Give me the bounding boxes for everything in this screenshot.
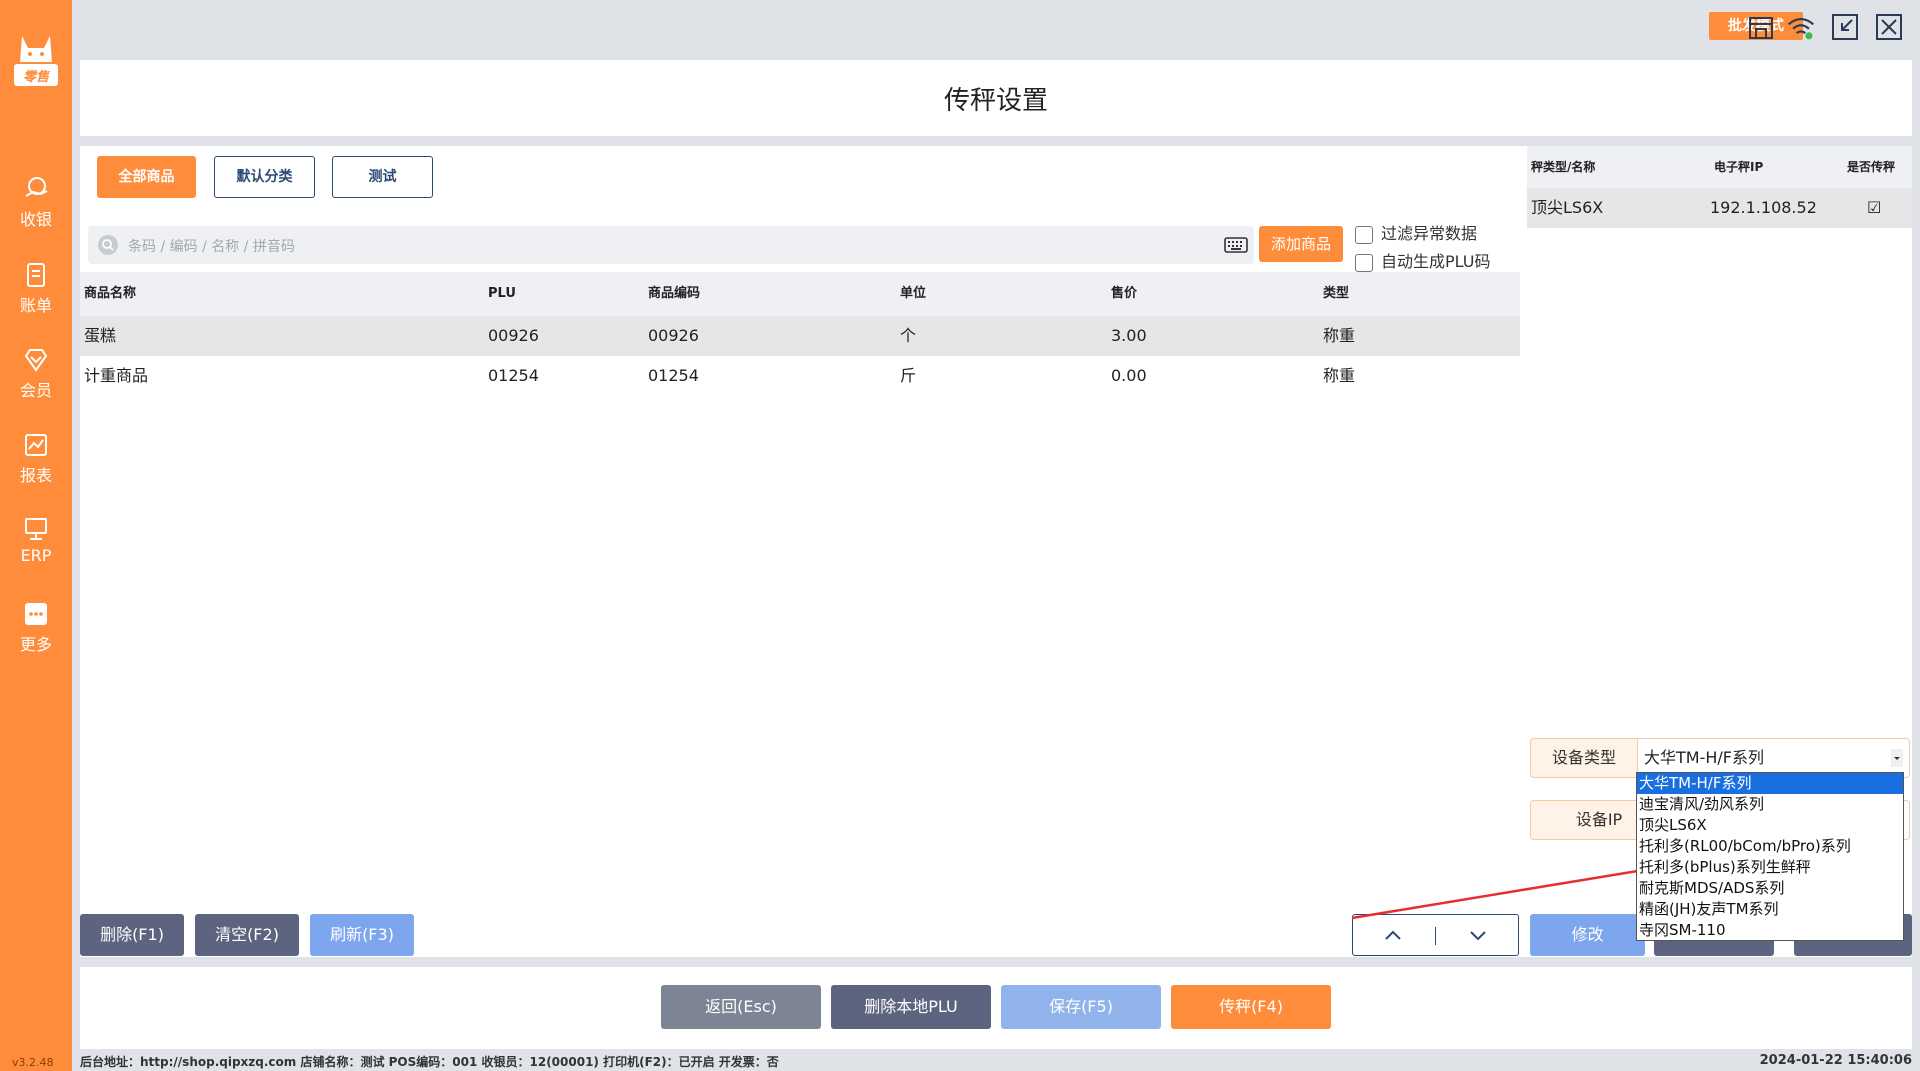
scale-transfer-checkbox[interactable]: ☑ xyxy=(1867,188,1881,228)
cell-code: 00926 xyxy=(648,326,699,345)
nav-item-report[interactable]: 报表 xyxy=(0,432,72,496)
dropdown-option[interactable]: 大华TM-H/F系列 xyxy=(1637,773,1903,794)
page-title: 传秤设置 xyxy=(943,86,1048,116)
search-placeholder: 条码 / 编码 / 名称 / 拼音码 xyxy=(128,239,295,255)
nav-label: 更多 xyxy=(19,635,52,654)
save-button[interactable]: 保存(F5) xyxy=(1001,985,1161,1029)
store-icon[interactable] xyxy=(1746,12,1776,42)
dropdown-option[interactable]: 托利多(RL00/bCom/bPro)系列 xyxy=(1637,836,1903,857)
scale-table-header: 秤类型/名称 电子秤IP 是否传秤 xyxy=(1527,146,1912,188)
pager-divider xyxy=(1435,927,1436,945)
search-input[interactable]: 条码 / 编码 / 名称 / 拼音码 xyxy=(88,226,1254,264)
refresh-button[interactable]: 刷新(F3) xyxy=(310,914,414,956)
version-label: v3.2.48 xyxy=(12,1056,54,1069)
delete-local-plu-button[interactable]: 删除本地PLU xyxy=(831,985,991,1029)
col-header-scale-transfer: 是否传秤 xyxy=(1847,160,1896,174)
member-icon xyxy=(24,349,48,372)
nav-label: 报表 xyxy=(19,466,52,485)
title-panel: 传秤设置 xyxy=(80,60,1912,136)
col-header-plu: PLU xyxy=(488,286,516,301)
cashier-icon xyxy=(25,177,48,197)
top-bar: 批发模式 xyxy=(72,0,1920,54)
nav-label: 账单 xyxy=(19,296,52,315)
shrink-window-icon[interactable] xyxy=(1830,12,1860,42)
search-icon xyxy=(98,235,118,255)
app-logo: 零售 xyxy=(14,28,58,98)
auto-plu-checkbox[interactable]: 自动生成PLU码 xyxy=(1355,248,1490,272)
status-bar: 后台地址：http://shop.qipxzq.com 店铺名称：测试 POS编… xyxy=(80,1053,1912,1071)
cell-type: 称重 xyxy=(1323,326,1356,345)
nav-item-cashier[interactable]: 收银 xyxy=(0,176,72,240)
add-product-button[interactable]: 添加商品 xyxy=(1259,226,1343,262)
chevron-down-icon[interactable] xyxy=(1468,927,1488,943)
cell-name: 计重商品 xyxy=(84,366,149,385)
checkbox-box[interactable] xyxy=(1355,253,1373,272)
cell-price: 3.00 xyxy=(1111,326,1147,345)
nav-item-member[interactable]: 会员 xyxy=(0,347,72,411)
scale-name: 顶尖LS6X xyxy=(1531,198,1604,217)
col-header-price: 售价 xyxy=(1111,286,1138,301)
col-header-unit: 单位 xyxy=(900,286,927,301)
cell-unit: 个 xyxy=(900,326,917,345)
wifi-icon xyxy=(1787,18,1815,40)
cell-type: 称重 xyxy=(1323,366,1356,385)
filter-abnormal-label: 过滤异常数据 xyxy=(1381,224,1478,243)
logo-text: 零售 xyxy=(22,70,49,85)
chevron-up-icon[interactable] xyxy=(1383,927,1403,943)
cell-plu: 01254 xyxy=(488,366,539,385)
close-icon[interactable] xyxy=(1874,12,1904,42)
chevron-down-icon[interactable] xyxy=(1891,749,1903,767)
nav-item-more[interactable]: 更多 xyxy=(0,601,72,665)
cell-code: 01254 xyxy=(648,366,699,385)
bill-icon xyxy=(27,263,45,287)
filter-abnormal-checkbox[interactable]: 过滤异常数据 xyxy=(1355,220,1477,244)
cell-name: 蛋糕 xyxy=(84,326,117,345)
col-header-name: 商品名称 xyxy=(84,286,137,301)
report-icon xyxy=(25,434,47,456)
cell-price: 0.00 xyxy=(1111,366,1147,385)
status-datetime: 2024-01-22 15:40:06 xyxy=(1759,1053,1912,1068)
back-button[interactable]: 返回(Esc) xyxy=(661,985,821,1029)
device-type-label: 设备类型 xyxy=(1531,739,1637,777)
transfer-scale-button[interactable]: 传秤(F4) xyxy=(1171,985,1331,1029)
sidebar: 零售 收银 账单 会员 报表 ERP 更多 v3.2.48 xyxy=(0,0,72,1071)
category-default-button[interactable]: 默认分类 xyxy=(214,156,315,198)
cell-unit: 斤 xyxy=(900,366,917,385)
col-header-code: 商品编码 xyxy=(648,286,701,301)
footer-panel: 返回(Esc) 删除本地PLU 保存(F5) 传秤(F4) xyxy=(80,967,1912,1049)
category-all-button[interactable]: 全部商品 xyxy=(97,156,196,198)
cell-plu: 00926 xyxy=(488,326,539,345)
clear-button[interactable]: 清空(F2) xyxy=(195,914,299,956)
erp-icon xyxy=(25,518,47,540)
table-row[interactable]: 计重商品 01254 01254 斤 0.00 称重 xyxy=(80,356,1520,396)
dropdown-option[interactable]: 寺冈SM-110 xyxy=(1637,920,1903,941)
table-row[interactable]: 蛋糕 00926 00926 个 3.00 称重 xyxy=(80,316,1520,356)
delete-button[interactable]: 删除(F1) xyxy=(80,914,184,956)
nav-item-erp[interactable]: ERP xyxy=(0,516,72,580)
dropdown-option[interactable]: 托利多(bPlus)系列生鲜秤 xyxy=(1637,857,1903,878)
nav-label: 收银 xyxy=(19,210,52,229)
nav-label: ERP xyxy=(20,546,52,565)
col-header-type: 类型 xyxy=(1323,286,1350,301)
scale-row[interactable]: 顶尖LS6X 192.1.108.52 ☑ xyxy=(1527,188,1912,228)
auto-plu-label: 自动生成PLU码 xyxy=(1381,252,1491,271)
category-test-button[interactable]: 测试 xyxy=(332,156,433,198)
device-ip-label: 设备IP xyxy=(1531,801,1651,839)
checkbox-box[interactable] xyxy=(1355,225,1373,244)
scale-ip: 192.1.108.52 xyxy=(1710,198,1817,217)
col-header-scale-type: 秤类型/名称 xyxy=(1531,160,1596,174)
dropdown-option[interactable]: 迪宝清风/劲风系列 xyxy=(1637,794,1903,815)
nav-item-bill[interactable]: 账单 xyxy=(0,262,72,326)
dropdown-option[interactable]: 耐克斯MDS/ADS系列 xyxy=(1637,878,1903,899)
more-icon xyxy=(25,603,47,625)
col-header-scale-ip: 电子秤IP xyxy=(1714,160,1764,174)
nav-label: 会员 xyxy=(19,381,52,400)
dropdown-option[interactable]: 精函(JH)友声TM系列 xyxy=(1637,899,1903,920)
keyboard-icon[interactable] xyxy=(1224,235,1248,255)
device-type-dropdown[interactable]: 大华TM-H/F系列 迪宝清风/劲风系列 顶尖LS6X 托利多(RL00/bCo… xyxy=(1636,772,1904,941)
status-text: 后台地址：http://shop.qipxzq.com 店铺名称：测试 POS编… xyxy=(80,1055,779,1069)
product-table-header: 商品名称 PLU 商品编码 单位 售价 类型 xyxy=(80,272,1520,316)
dropdown-option[interactable]: 顶尖LS6X xyxy=(1637,815,1903,836)
